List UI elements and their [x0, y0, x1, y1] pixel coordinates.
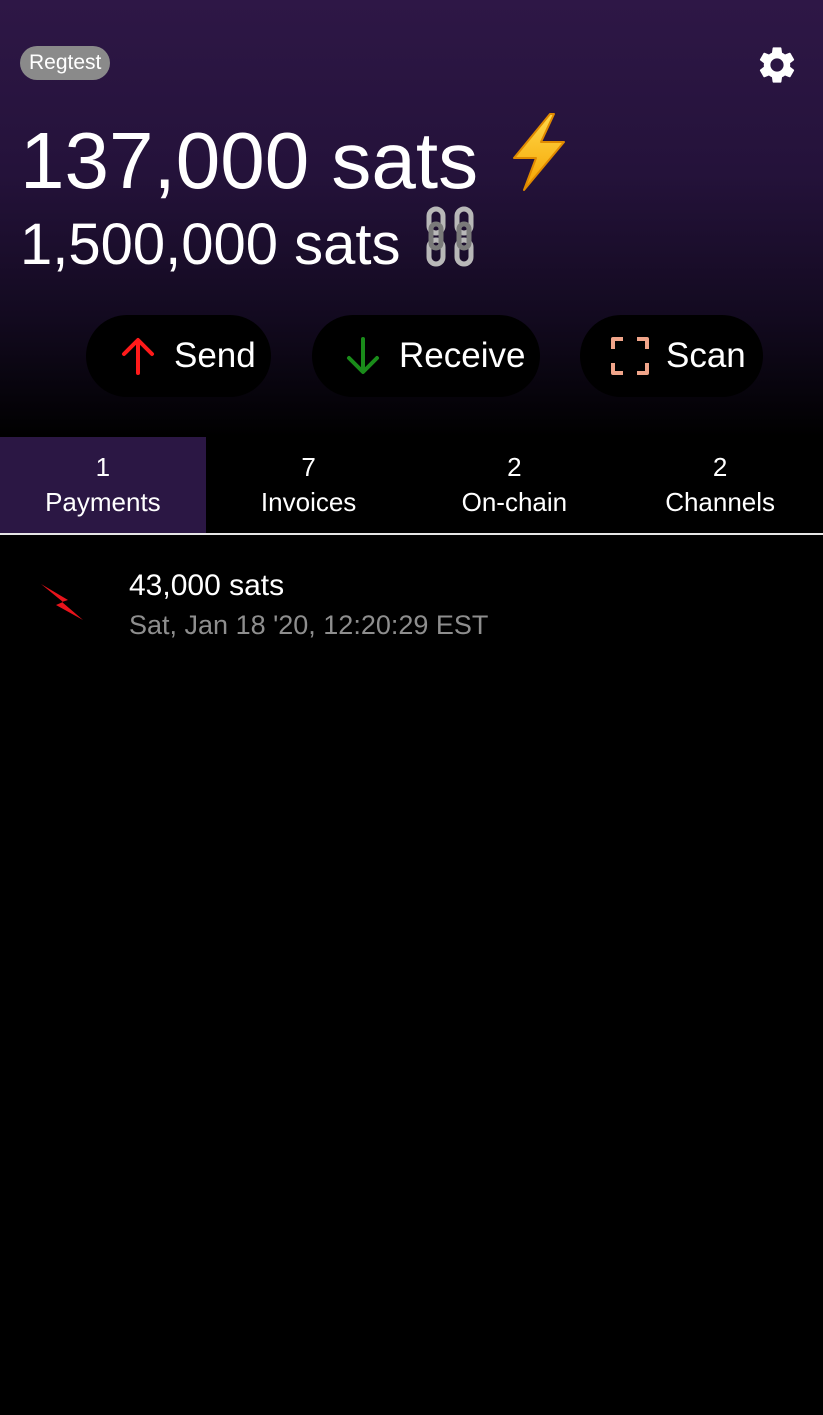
- payments-list: 43,000 sats Sat, Jan 18 '20, 12:20:29 ES…: [0, 537, 823, 671]
- lightning-balance-value: 137,000 sats: [20, 116, 479, 205]
- tab-on-chain[interactable]: 2 On-chain: [412, 437, 618, 533]
- payment-amount: 43,000 sats: [129, 569, 285, 602]
- receive-button[interactable]: Receive: [312, 315, 540, 397]
- tab-label: Payments: [45, 487, 161, 517]
- receive-label: Receive: [399, 336, 526, 375]
- onchain-balance-value: 1,500,000 sats: [20, 211, 401, 277]
- gear-icon: [759, 47, 795, 83]
- tab-count: 2: [712, 452, 728, 482]
- send-label: Send: [174, 336, 256, 375]
- tab-channels[interactable]: 2 Channels: [617, 437, 823, 533]
- tab-count: 1: [95, 452, 111, 482]
- tab-invoices[interactable]: 7 Invoices: [206, 437, 412, 533]
- tab-count: 7: [301, 452, 316, 482]
- send-button[interactable]: Send: [86, 315, 271, 397]
- list-item[interactable]: 43,000 sats Sat, Jan 18 '20, 12:20:29 ES…: [0, 537, 823, 671]
- tab-label: Channels: [665, 487, 776, 517]
- arrow-up-icon: [118, 336, 158, 376]
- scan-button[interactable]: Scan: [580, 315, 763, 397]
- lightning-balance: 137,000 sats: [20, 112, 570, 210]
- scan-label: Scan: [666, 336, 746, 375]
- network-badge: Regtest: [20, 46, 111, 80]
- tab-bar: 1 Payments 7 Invoices 2 On-chain 2 Chann…: [0, 437, 823, 535]
- wallet-app: Regtest 137,000 sats 1,500,000 sats Send…: [0, 0, 823, 1415]
- tab-payments[interactable]: 1 Payments: [0, 437, 206, 533]
- lightning-emoji-icon: [506, 112, 570, 210]
- tab-label: Invoices: [260, 487, 357, 517]
- arrow-down-icon: [343, 336, 383, 376]
- scan-frame-icon: [610, 336, 650, 376]
- tab-label: On-chain: [461, 487, 568, 517]
- tab-count: 2: [507, 452, 522, 482]
- lightning-bolt-icon: [38, 581, 86, 623]
- onchain-balance: 1,500,000 sats: [20, 206, 479, 283]
- settings-button[interactable]: [752, 40, 802, 90]
- payment-date: Sat, Jan 18 '20, 12:20:29 EST: [129, 610, 489, 640]
- chain-emoji-icon: [423, 206, 479, 283]
- wallet-header: Regtest 137,000 sats 1,500,000 sats Send…: [0, 0, 823, 437]
